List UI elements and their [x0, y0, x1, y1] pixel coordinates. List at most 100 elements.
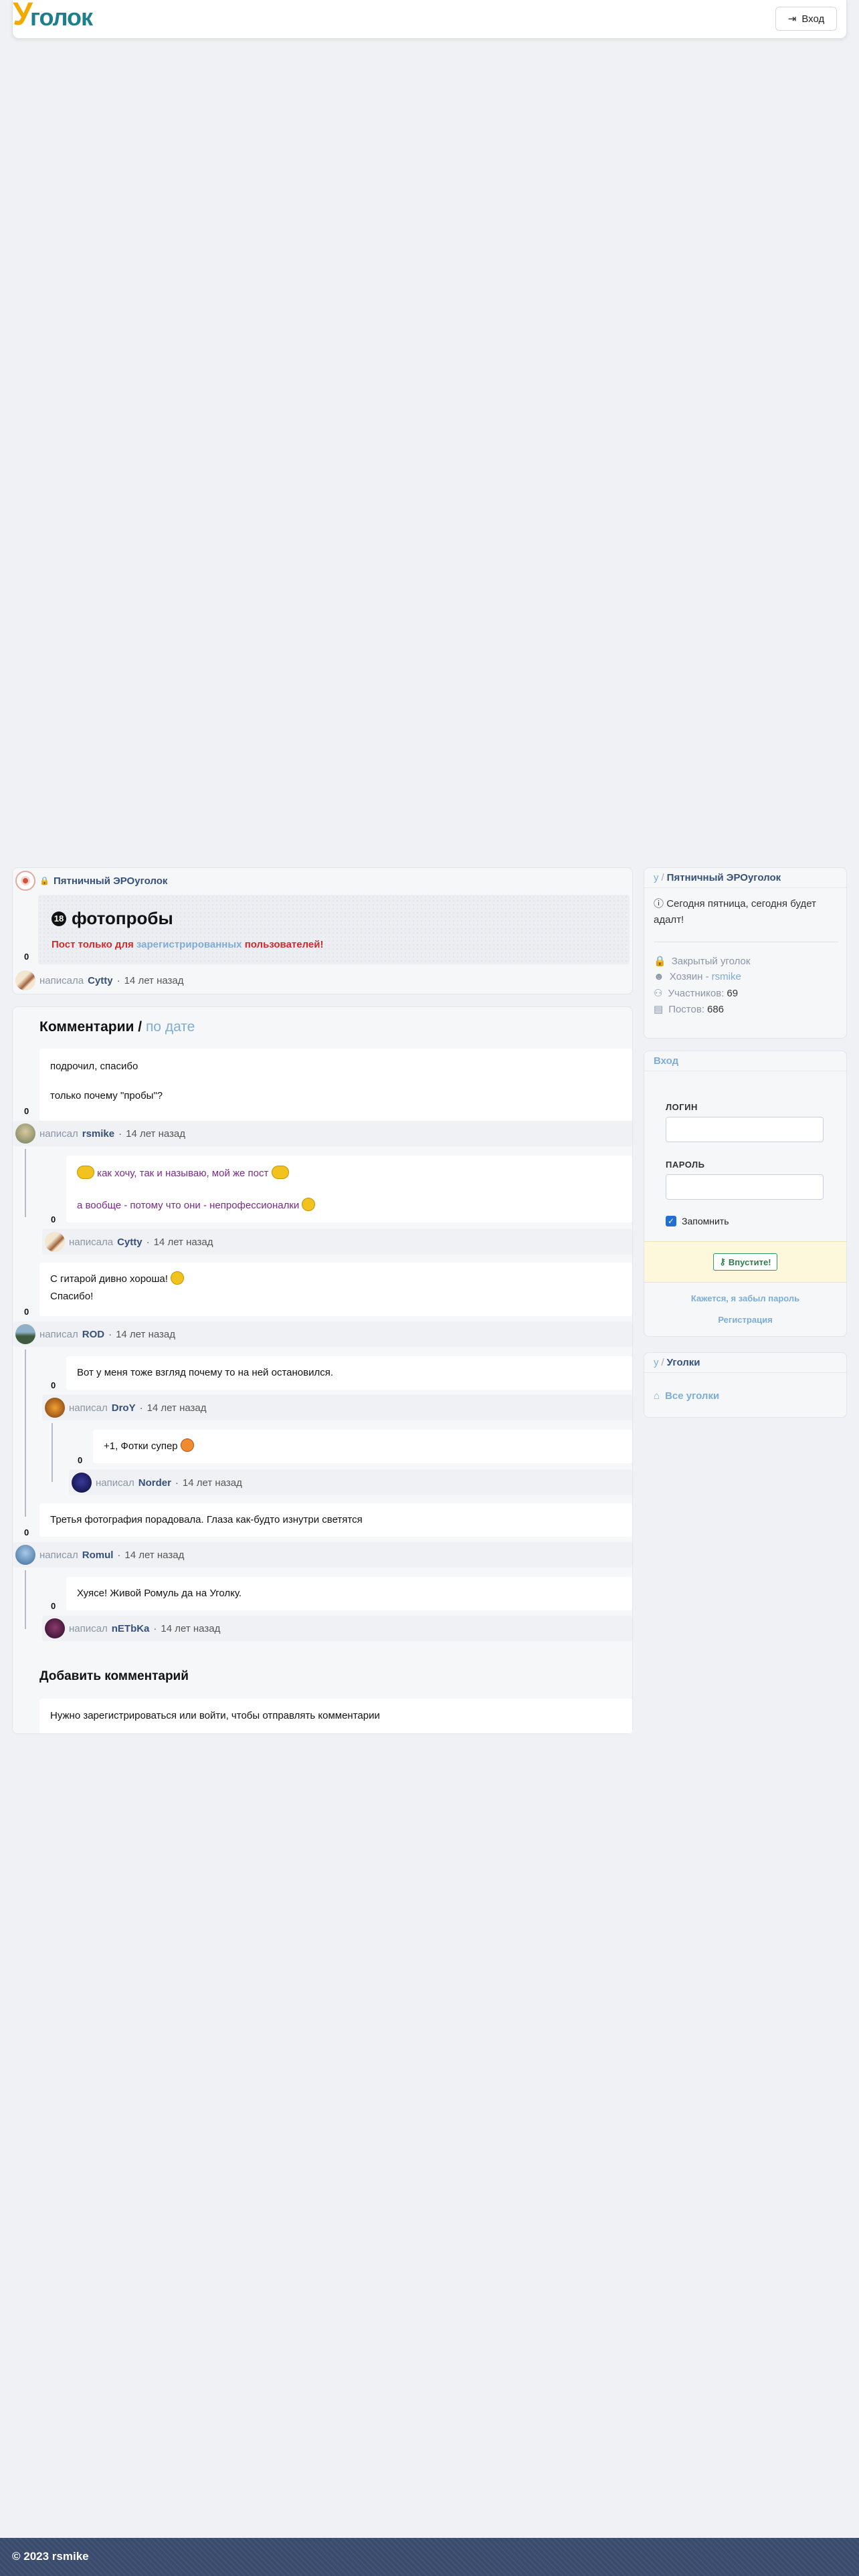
corners-card: у / Уголки ⌂ Все уголки — [644, 1352, 847, 1418]
author-avatar[interactable] — [45, 1618, 65, 1638]
login-button-label: Вход — [801, 13, 825, 25]
author-avatar[interactable] — [45, 1398, 65, 1418]
corner-link[interactable]: Пятничный ЭРОуголок — [54, 875, 167, 887]
post-time: 14 лет назад — [124, 974, 184, 986]
comment-time: 14 лет назад — [161, 1622, 221, 1634]
corner-closed-label: Закрытый уголок — [671, 955, 751, 967]
remember-row: ✓ Запомнить — [666, 1216, 729, 1226]
comment-time: 14 лет назад — [116, 1328, 175, 1340]
comment-text: а вообще - потому что они - непрофессион… — [77, 1200, 300, 1211]
written-by: написал — [39, 1328, 78, 1340]
thread-line — [25, 1570, 26, 1629]
author-avatar[interactable] — [15, 970, 35, 990]
author-link[interactable]: Romul — [82, 1549, 114, 1561]
members-count: 69 — [727, 987, 739, 999]
author-avatar[interactable] — [15, 1324, 35, 1344]
comment-body: Вот у меня тоже взгляд почему то на ней … — [66, 1356, 632, 1390]
comment-body: Хуясе! Живой Ромуль да на Уголку. — [66, 1577, 632, 1610]
remember-checkbox[interactable]: ✓ — [666, 1216, 676, 1226]
comment-byline: написал Romul · 14 лет назад — [13, 1542, 632, 1568]
comments-title: Комментарии — [39, 1019, 134, 1035]
password-input[interactable] — [666, 1174, 824, 1200]
author-link[interactable]: Cytty — [117, 1237, 142, 1248]
forgot-password-link[interactable]: Кажется, я забыл пароль — [644, 1293, 846, 1303]
key-icon: ⚷ — [719, 1257, 726, 1267]
smiley-icon — [77, 1166, 94, 1179]
comment-text: +1, Фотки супер — [104, 1440, 178, 1452]
members-label: Участников: — [668, 987, 725, 999]
comment-text: С гитарой дивно хороша! — [50, 1273, 168, 1285]
corner-avatar[interactable] — [15, 871, 35, 891]
author-avatar[interactable] — [72, 1473, 92, 1493]
author-avatar[interactable] — [15, 1545, 35, 1565]
post-title-text: фотопробы — [72, 908, 173, 928]
logo-text: голок — [30, 3, 93, 31]
corner-title-link[interactable]: Пятничный ЭРОуголок — [667, 872, 781, 883]
author-link[interactable]: DroY — [112, 1402, 136, 1414]
post-vote-count[interactable]: 0 — [24, 952, 29, 962]
comment-body: подрочил, спасибо только почему "пробы"? — [39, 1049, 632, 1121]
comment-vote-count[interactable]: 0 — [51, 1601, 56, 1611]
password-label: ПАРОЛЬ — [666, 1160, 705, 1170]
add-comment-notice: Нужно зарегистрироваться или войти, чтоб… — [39, 1699, 632, 1733]
corner-owner-row: ☻ Хозяин - rsmike — [654, 971, 741, 982]
author-link[interactable]: Norder — [138, 1477, 171, 1489]
posts-icon: ▤ — [654, 1004, 664, 1015]
written-by: написала — [69, 1236, 114, 1248]
owner-link[interactable]: rsmike — [712, 971, 741, 982]
author-avatar[interactable] — [15, 1123, 35, 1144]
comment-body: С гитарой дивно хороша! Спасибо! — [39, 1263, 632, 1316]
author-avatar[interactable] — [45, 1232, 65, 1252]
comment-vote-count[interactable]: 0 — [24, 1106, 29, 1116]
written-by: написал — [69, 1402, 108, 1414]
submit-band: ⚷ Впустите! — [644, 1241, 846, 1283]
written-by: написал — [69, 1622, 108, 1634]
corners-card-header: у / Уголки — [644, 1353, 846, 1373]
comment-vote-count[interactable]: 0 — [24, 1307, 29, 1317]
post-corner-header: 🔒 Пятничный ЭРОуголок — [15, 871, 167, 891]
comment-vote-count[interactable]: 0 — [51, 1214, 56, 1224]
comment-text: Вот у меня тоже взгляд почему то на ней … — [77, 1367, 334, 1378]
login-button[interactable]: ⇥ Вход — [775, 7, 837, 31]
register-link[interactable]: зарегистрированных — [136, 939, 242, 950]
corner-info-header: у / Пятничный ЭРОуголок — [644, 868, 846, 888]
register-link[interactable]: Регистрация — [644, 1315, 846, 1325]
all-corners-label: Все уголки — [665, 1390, 720, 1402]
author-link[interactable]: rsmike — [82, 1128, 114, 1140]
written-by: написал — [96, 1477, 134, 1489]
post-access-warning: Пост только для зарегистрированных польз… — [52, 939, 324, 950]
login-card: Вход ЛОГИН ПАРОЛЬ ✓ Запомнить ⚷ Впустите… — [644, 1051, 847, 1337]
warning-suffix: пользователей! — [244, 939, 324, 950]
comment-vote-count[interactable]: 0 — [24, 1527, 29, 1537]
bank-icon: ⌂ — [654, 1390, 660, 1402]
author-link[interactable]: nETbKa — [112, 1623, 150, 1634]
comment-time: 14 лет назад — [124, 1549, 185, 1561]
members-icon: ⚇ — [654, 988, 663, 999]
comments-heading: Комментарии / по дате — [39, 1019, 195, 1035]
comment-vote-count[interactable]: 0 — [51, 1380, 56, 1390]
post-title: 18 фотопробы — [52, 908, 173, 929]
corner-info-card: у / Пятничный ЭРОуголок ⓘ Сегодня пятниц… — [644, 867, 847, 1039]
add-comment-heading: Добавить комментарий — [39, 1669, 189, 1683]
comment-text: Спасибо! — [50, 1291, 94, 1302]
corner-posts-row: ▤ Постов: 686 — [654, 1003, 724, 1016]
smiley-icon — [171, 1271, 185, 1285]
sign-in-icon: ⇥ — [787, 13, 797, 25]
comment-text: Хуясе! Живой Ромуль да на Уголку. — [77, 1588, 242, 1599]
corner-closed-row: 🔒 Закрытый уголок — [654, 955, 751, 968]
comment-body: +1, Фотки супер — [93, 1430, 632, 1463]
comment-vote-count[interactable]: 0 — [78, 1455, 82, 1465]
site-footer: © 2023 rsmike — [0, 2538, 859, 2576]
author-link[interactable]: Cytty — [88, 975, 113, 986]
corners-prefix: у — [654, 1357, 659, 1368]
all-corners-link[interactable]: ⌂ Все уголки — [654, 1390, 719, 1402]
info-icon: ⓘ — [654, 898, 664, 909]
author-link[interactable]: ROD — [82, 1329, 104, 1340]
login-input[interactable] — [666, 1117, 824, 1142]
sort-by-date-link[interactable]: по дате — [146, 1019, 195, 1035]
thumbs-up-icon — [180, 1438, 194, 1452]
comment-time: 14 лет назад — [126, 1128, 186, 1140]
site-logo[interactable]: У голок — [13, 0, 113, 32]
comment-body: Третья фотография порадовала. Глаза как-… — [39, 1503, 632, 1537]
submit-button[interactable]: ⚷ Впустите! — [713, 1253, 777, 1271]
